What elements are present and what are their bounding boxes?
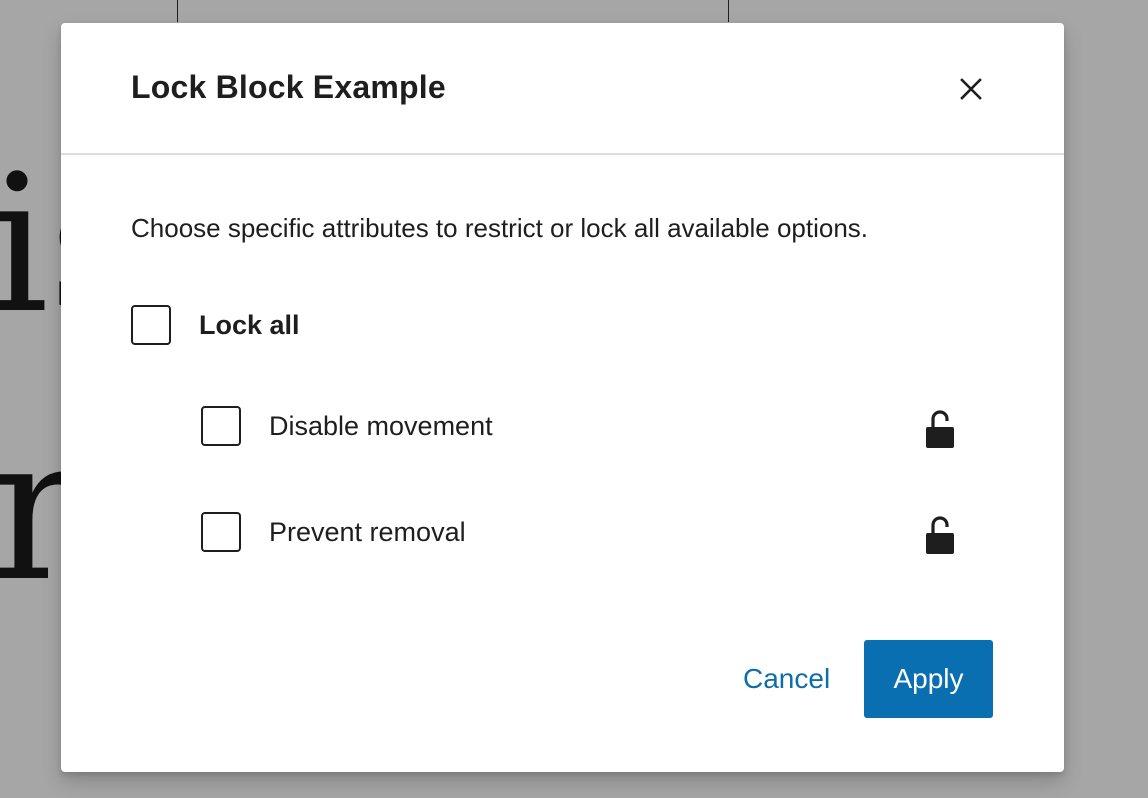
prevent-removal-option[interactable]: Prevent removal: [201, 512, 466, 552]
modal-header: Lock Block Example: [61, 23, 1064, 155]
block-outline-line: [728, 0, 729, 22]
disable-movement-option[interactable]: Disable movement: [201, 406, 493, 446]
lock-all-label: Lock all: [199, 309, 300, 340]
prevent-removal-checkbox[interactable]: [201, 512, 241, 552]
lock-block-modal: Lock Block Example Choose specific attri…: [61, 23, 1064, 772]
block-outline-line: [177, 0, 178, 22]
prevent-removal-label: Prevent removal: [269, 516, 466, 547]
close-button[interactable]: [951, 69, 991, 109]
modal-description: Choose specific attributes to restrict o…: [131, 213, 869, 243]
disable-movement-checkbox[interactable]: [201, 406, 241, 446]
close-icon: [960, 78, 982, 100]
lock-all-option[interactable]: Lock all: [131, 305, 300, 345]
unlock-icon: [926, 410, 954, 448]
disable-movement-label: Disable movement: [269, 410, 493, 441]
modal-title: Lock Block Example: [131, 69, 446, 105]
apply-button[interactable]: Apply: [864, 640, 993, 718]
unlock-icon: [926, 516, 954, 554]
cancel-button[interactable]: Cancel: [731, 640, 842, 718]
lock-all-checkbox[interactable]: [131, 305, 171, 345]
